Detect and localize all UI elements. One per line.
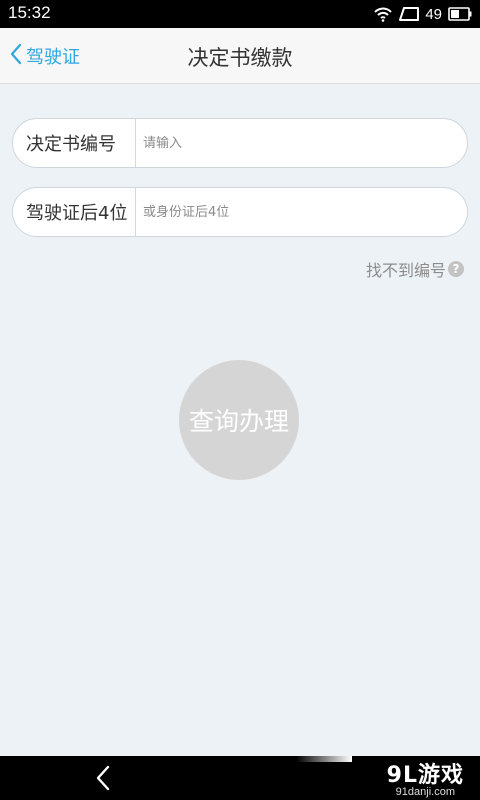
license-last4-row: 驾驶证后4位 [12,187,468,237]
navigation-bar: 驾驶证 决定书缴款 [0,28,480,84]
page-title: 决定书缴款 [187,46,293,70]
watermark-url: 91danji.com [395,786,455,798]
battery-icon [448,7,472,21]
battery-level: 49 [425,5,442,23]
wifi-icon [373,6,393,22]
signal-icon [399,6,420,22]
query-submit-button[interactable]: 查询办理 [179,360,299,480]
help-link-label: 找不到编号 [365,261,446,280]
status-time: 15:32 [8,3,51,22]
decision-number-input[interactable] [136,119,467,167]
status-bar: 15:32 49 [0,0,480,28]
cannot-find-number-link[interactable]: 找不到编号 ? [366,257,464,281]
system-back-icon[interactable] [94,764,112,796]
status-icons: 49 [373,4,472,24]
license-last4-label: 驾驶证后4位 [13,188,136,236]
system-navigation-bar: 9L游戏 91danji.com [0,756,480,800]
license-last4-input[interactable] [136,188,467,236]
question-icon: ? [448,261,464,277]
home-indicator [296,756,352,762]
watermark-logo-text: 9L游戏 [386,763,464,788]
decision-number-label: 决定书编号 [13,119,136,167]
watermark-logo: 9L游戏 91danji.com [387,757,464,798]
decision-number-row: 决定书编号 [12,118,468,168]
